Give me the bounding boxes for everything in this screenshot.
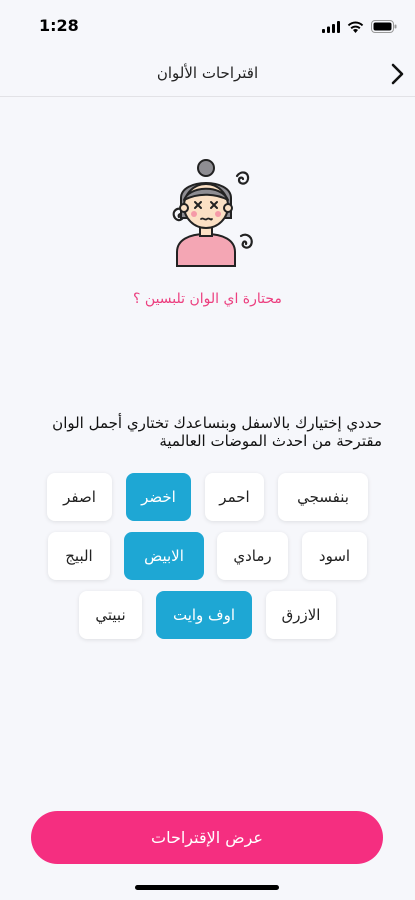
color-chip[interactable]: اخضر [126,473,191,521]
color-chip[interactable]: الابيض [124,532,204,580]
color-chip[interactable]: اوف وايت [156,591,252,639]
chevron-right-icon[interactable] [385,62,409,86]
home-indicator [135,885,279,890]
color-chip[interactable]: اسود [302,532,367,580]
color-chip[interactable]: الازرق [266,591,336,639]
page-title: اقتراحات الألوان [156,64,259,82]
status-bar: 1:28 [0,0,415,52]
color-chip[interactable]: البيج [48,532,110,580]
color-chip[interactable]: احمر [205,473,264,521]
wifi-icon [347,18,364,37]
question-text: محتارة اي الوان تلبسين ؟ [133,291,282,307]
signal-icon [322,18,340,37]
instruction-text: حددي إختيارك بالاسفل وبنساعدك تختاري أجم… [52,414,382,450]
color-chip[interactable]: رمادي [217,532,288,580]
color-chip[interactable]: اصفر [47,473,112,521]
confused-girl-illustration [155,158,261,270]
navigation-bar: اقتراحات الألوان [0,52,415,97]
battery-icon [371,18,397,37]
color-chip[interactable]: بنفسجي [278,473,368,521]
status-time: 1:28 [39,16,79,35]
show-suggestions-button[interactable]: عرض الإقتراحات [31,811,383,864]
color-chip[interactable]: نبيتي [79,591,142,639]
status-icons [322,18,397,37]
